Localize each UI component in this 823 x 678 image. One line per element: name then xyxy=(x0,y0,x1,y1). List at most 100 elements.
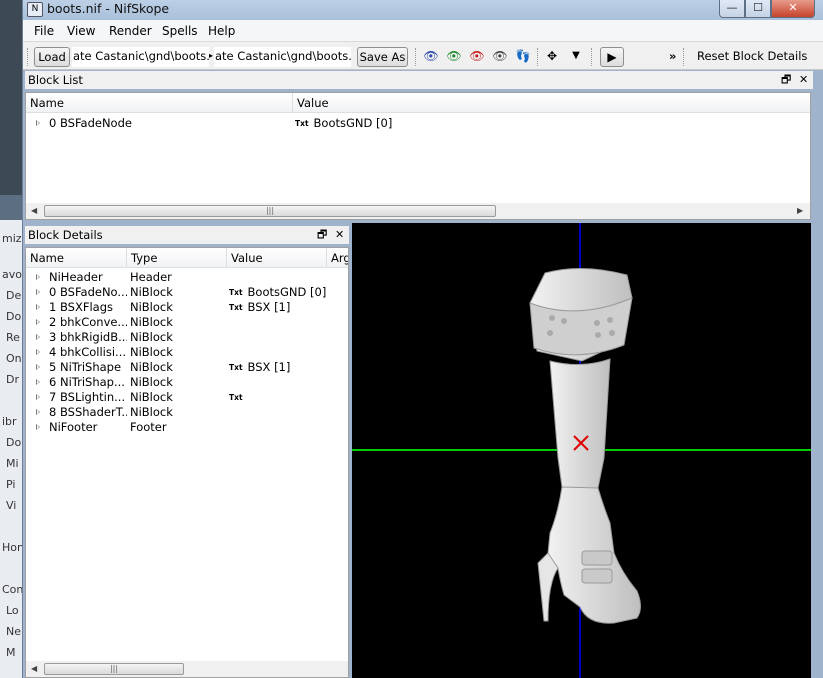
row-value-text: BootsGND [0] xyxy=(247,285,327,299)
close-button[interactable]: ✕ xyxy=(771,0,815,18)
window-title: boots.nif - NifSkope xyxy=(47,1,170,16)
boot-model xyxy=(529,268,641,624)
bg-text: Do xyxy=(6,436,22,449)
menu-spells[interactable]: Spells xyxy=(162,24,198,38)
tree-row[interactable]: 5 NiTriShape NiBlock Txt BSX [1] xyxy=(26,360,348,375)
expand-arrow-icon[interactable] xyxy=(36,409,40,415)
bg-text: On xyxy=(6,352,22,365)
menu-file[interactable]: File xyxy=(34,24,54,38)
view-side-glyph: 👁 xyxy=(469,49,485,63)
block-list-close-button[interactable]: ✕ xyxy=(799,71,808,89)
expand-arrow-icon[interactable] xyxy=(36,379,40,385)
block-details-tree[interactable]: Name Type Value Arg NiHeader Header 0 BSFa… xyxy=(25,247,349,678)
column-header-arg[interactable]: Arg xyxy=(327,248,348,268)
column-header-name[interactable]: Name xyxy=(26,93,293,113)
block-details-close-button[interactable]: ✕ xyxy=(335,226,344,244)
view-user-glyph: 👁 xyxy=(492,49,508,63)
dropdown-icon[interactable]: ▼ xyxy=(568,49,584,63)
dropdown-glyph: ▼ xyxy=(572,50,580,61)
play-icon: ▶ xyxy=(607,50,617,64)
play-button[interactable]: ▶ xyxy=(600,47,624,67)
view-user-icon[interactable]: 👁 xyxy=(492,49,508,63)
text-badge: Txt xyxy=(229,363,243,372)
expand-arrow-icon[interactable] xyxy=(36,120,40,126)
expand-arrow-icon[interactable] xyxy=(36,304,40,310)
horizontal-scrollbar[interactable]: ◀ ||| xyxy=(26,661,348,677)
expand-arrow-icon[interactable] xyxy=(36,334,40,340)
menu-help[interactable]: Help xyxy=(208,24,235,38)
bg-text: Vi xyxy=(6,499,17,512)
expand-arrow-icon[interactable] xyxy=(36,424,40,430)
column-header-value[interactable]: Value xyxy=(293,93,810,113)
scroll-thumb[interactable]: ||| xyxy=(44,205,496,217)
bg-text: Do xyxy=(6,310,22,323)
row-value-text: BootsGND [0] xyxy=(313,116,393,130)
walk-icon[interactable]: 👣 xyxy=(515,49,531,63)
expand-arrow-icon[interactable] xyxy=(36,349,40,355)
tree-row[interactable]: 0 BSFadeNode Txt BootsGND [0] xyxy=(26,116,810,131)
bg-text: Ne xyxy=(6,625,21,638)
scroll-left-icon[interactable]: ◀ xyxy=(31,206,37,215)
tree-row[interactable]: NiFooter Footer xyxy=(26,420,348,435)
scroll-right-icon[interactable]: ▶ xyxy=(797,206,803,215)
row-value: Txt BootsGND [0] xyxy=(295,116,595,131)
move-axes-icon[interactable]: ✥ xyxy=(544,49,560,63)
tree-row[interactable]: 0 BSFadeNo... NiBlock Txt BootsGND [0] xyxy=(26,285,348,300)
block-details-title: Block Details xyxy=(28,228,103,242)
expand-arrow-icon[interactable] xyxy=(36,319,40,325)
expand-arrow-icon[interactable] xyxy=(36,289,40,295)
view-front-glyph: 👁 xyxy=(446,49,462,63)
row-type: NiBlock xyxy=(130,360,173,374)
column-header-type[interactable]: Type xyxy=(127,248,227,268)
scroll-left-icon[interactable]: ◀ xyxy=(31,664,37,673)
tree-row[interactable]: 2 bhkConve... NiBlock xyxy=(26,315,348,330)
save-path-input[interactable]: ate Castanic\gnd\boots.nif xyxy=(214,47,351,67)
bg-text: Dr xyxy=(6,373,19,386)
column-header-name[interactable]: Name xyxy=(26,248,127,268)
text-badge: Txt xyxy=(295,119,309,128)
row-name: 4 bhkCollisi... xyxy=(49,345,127,359)
bg-text: Hon xyxy=(2,541,24,554)
tree-row[interactable]: 6 NiTriShap... NiBlock xyxy=(26,375,348,390)
load-path-input[interactable]: ate Castanic\gnd\boots.nif xyxy=(72,47,209,67)
expand-arrow-icon[interactable] xyxy=(36,394,40,400)
tree-row[interactable]: 8 BSShaderT... NiBlock xyxy=(26,405,348,420)
maximize-button[interactable]: ☐ xyxy=(745,0,771,18)
horizontal-scrollbar[interactable]: ◀ ||| ▶ xyxy=(26,203,810,219)
menu-render[interactable]: Render xyxy=(109,24,152,38)
render-viewport[interactable] xyxy=(352,223,811,678)
scroll-thumb[interactable]: ||| xyxy=(44,663,184,675)
title-bar[interactable]: N boots.nif - NifSkope — ☐ ✕ xyxy=(23,0,823,20)
block-list-tree[interactable]: Name Value 0 BSFadeNode Txt BootsGND [0] … xyxy=(25,92,811,220)
bg-text: Lo xyxy=(6,604,19,617)
row-type: NiBlock xyxy=(130,330,173,344)
minimize-button[interactable]: — xyxy=(719,0,745,18)
block-list-float-button[interactable]: 🗗 xyxy=(781,71,791,89)
view-top-icon[interactable]: 👁 xyxy=(423,49,439,63)
view-side-icon[interactable]: 👁 xyxy=(469,49,485,63)
column-header-value[interactable]: Value xyxy=(227,248,327,268)
view-front-icon[interactable]: 👁 xyxy=(446,49,462,63)
row-name: NiFooter xyxy=(49,420,98,434)
tree-row[interactable]: 3 bhkRigidB... NiBlock xyxy=(26,330,348,345)
row-name: 2 bhkConve... xyxy=(49,315,127,329)
block-details-float-button[interactable]: 🗗 xyxy=(317,226,327,244)
text-badge: Txt xyxy=(229,303,243,312)
tree-row[interactable]: 4 bhkCollisi... NiBlock xyxy=(26,345,348,360)
row-name: NiHeader xyxy=(49,270,103,284)
row-name: 0 BSFadeNo... xyxy=(49,285,127,299)
tree-row[interactable]: 7 BSLightin... NiBlock Txt xyxy=(26,390,348,405)
block-list-title-bar: Block List 🗗 ✕ xyxy=(25,71,813,89)
toolbar-overflow-button[interactable]: » xyxy=(669,49,676,63)
save-as-button[interactable]: Save As xyxy=(357,47,408,67)
tree-row[interactable]: NiHeader Header xyxy=(26,270,348,285)
load-button[interactable]: Load xyxy=(34,47,70,67)
move-axes-glyph: ✥ xyxy=(546,49,558,63)
expand-arrow-icon[interactable] xyxy=(36,274,40,280)
expand-arrow-icon[interactable] xyxy=(36,364,40,370)
bg-text: Con xyxy=(2,583,24,596)
reset-block-details-button[interactable]: Reset Block Details xyxy=(697,49,807,63)
menu-view[interactable]: View xyxy=(67,24,95,38)
tree-row[interactable]: 1 BSXFlags NiBlock Txt BSX [1] xyxy=(26,300,348,315)
toolbar-separator xyxy=(591,48,592,66)
